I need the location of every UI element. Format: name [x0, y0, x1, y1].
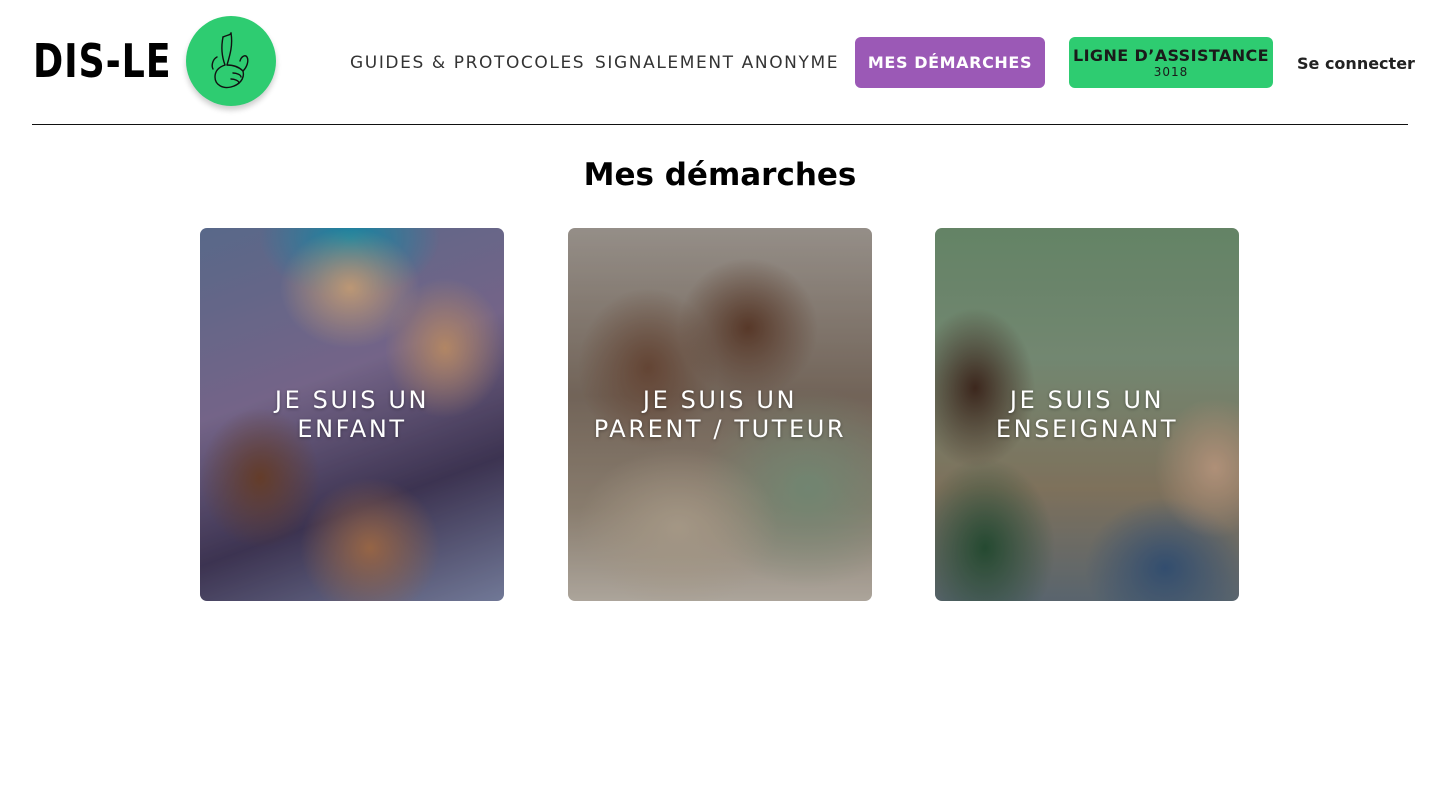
card-label-parent: JE SUIS UN PARENT / TUTEUR — [593, 385, 847, 443]
card-parent-tuteur[interactable]: JE SUIS UN PARENT / TUTEUR — [568, 228, 872, 601]
mes-demarches-button[interactable]: MES DÉMARCHES — [855, 37, 1045, 88]
site-header: DIS-LE GUIDES & PROTOCOLES SIGNALEMENT A… — [0, 0, 1440, 125]
assistance-label: LIGNE D’ASSISTANCE — [1072, 45, 1270, 65]
logo-text: DIS-LE — [33, 34, 172, 88]
nav-link-guides[interactable]: GUIDES & PROTOCOLES — [350, 53, 585, 73]
card-enfant[interactable]: JE SUIS UN ENFANT — [200, 228, 504, 601]
mes-demarches-label: MES DÉMARCHES — [867, 53, 1033, 72]
card-label-enfant: JE SUIS UN ENFANT — [274, 385, 430, 443]
logo[interactable]: DIS-LE — [33, 16, 277, 106]
header-divider — [32, 124, 1408, 125]
crossed-fingers-icon — [186, 16, 277, 106]
login-link[interactable]: Se connecter — [1297, 54, 1415, 73]
nav-link-signalement[interactable]: SIGNALEMENT ANONYME — [595, 53, 839, 73]
page-title: Mes démarches — [583, 157, 857, 193]
card-enseignant[interactable]: JE SUIS UN ENSEIGNANT — [935, 228, 1239, 601]
card-label-enseignant: JE SUIS UN ENSEIGNANT — [995, 385, 1179, 443]
assistance-number: 3018 — [1153, 64, 1189, 79]
assistance-line-button[interactable]: LIGNE D’ASSISTANCE 3018 — [1069, 37, 1273, 88]
